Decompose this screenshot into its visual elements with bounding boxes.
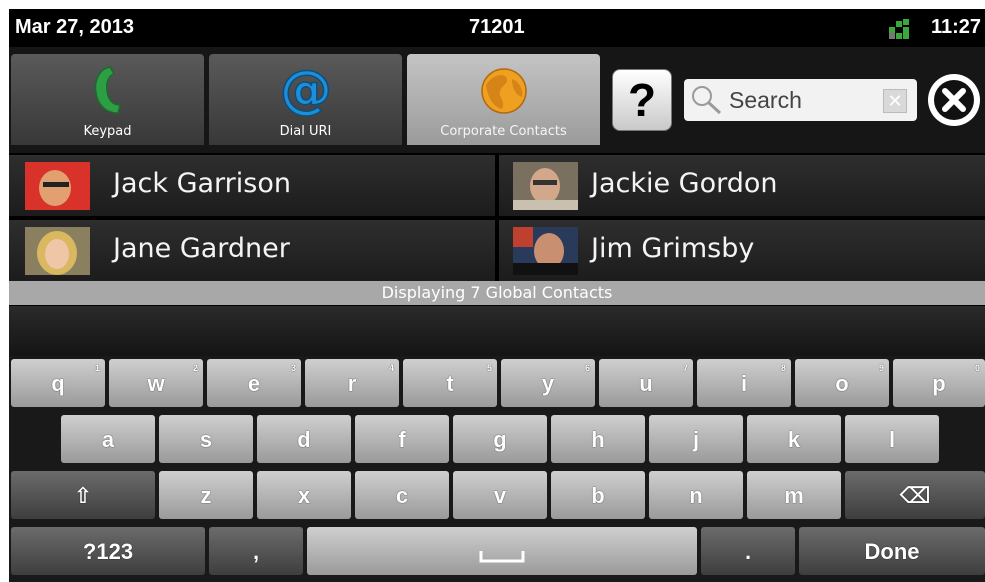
close-icon[interactable] <box>928 74 980 126</box>
key-label: y <box>541 371 555 396</box>
key-label: p <box>932 371 946 396</box>
key-label: t <box>446 371 454 396</box>
key-label: i <box>740 371 748 396</box>
contact-item[interactable]: Jane Gardner <box>9 220 495 281</box>
key-label: u <box>639 371 653 396</box>
status-extension: 71201 <box>469 16 525 38</box>
tab-label: Corporate Contacts <box>440 124 567 139</box>
tab-dial-uri[interactable]: @ Dial URI <box>209 54 402 145</box>
key-u[interactable]: u7 <box>599 359 693 407</box>
tab-bar: Keypad @ Dial URI Corporate Contacts ? S… <box>9 47 985 153</box>
avatar <box>513 227 578 275</box>
phone-icon <box>94 66 121 114</box>
key-n[interactable]: n <box>649 471 743 519</box>
search-placeholder: Search <box>729 87 802 113</box>
tab-corporate-contacts[interactable]: Corporate Contacts <box>407 54 600 145</box>
key-number: 1 <box>94 363 100 373</box>
contacts-count: Displaying 7 Global Contacts <box>9 281 985 305</box>
status-bar: Mar 27, 2013 71201 11:27 <box>9 9 985 47</box>
key-number: 6 <box>584 363 590 373</box>
key-label: r <box>347 371 357 396</box>
tab-keypad[interactable]: Keypad <box>11 54 204 145</box>
key-h[interactable]: h <box>551 415 645 463</box>
key-v[interactable]: v <box>453 471 547 519</box>
network-icon <box>889 19 909 39</box>
key-number: 2 <box>192 363 198 373</box>
contact-item[interactable]: Jackie Gordon <box>499 155 985 216</box>
key-o[interactable]: o9 <box>795 359 889 407</box>
key-number: 9 <box>878 363 884 373</box>
comma-key[interactable]: , <box>209 527 303 575</box>
key-number: 5 <box>486 363 492 373</box>
key-b[interactable]: b <box>551 471 645 519</box>
avatar <box>25 162 90 210</box>
tab-label: Keypad <box>83 124 132 139</box>
key-g[interactable]: g <box>453 415 547 463</box>
svg-text:@: @ <box>280 63 332 117</box>
at-icon: @ <box>279 63 333 117</box>
status-date: Mar 27, 2013 <box>15 16 134 38</box>
key-j[interactable]: j <box>649 415 743 463</box>
key-s[interactable]: s <box>159 415 253 463</box>
backspace-key[interactable]: ⌫ <box>845 471 985 519</box>
avatar <box>25 227 90 275</box>
clear-search-button[interactable]: ✕ <box>883 89 907 113</box>
key-z[interactable]: z <box>159 471 253 519</box>
contact-name: Jane Gardner <box>113 233 290 264</box>
key-a[interactable]: a <box>61 415 155 463</box>
avatar <box>513 162 578 210</box>
contacts-grid: Jack Garrison Jackie Gordon Jane Gardner <box>9 153 985 281</box>
key-label: q <box>51 371 65 396</box>
key-label: e <box>247 371 261 396</box>
key-d[interactable]: d <box>257 415 351 463</box>
key-t[interactable]: t5 <box>403 359 497 407</box>
key-label: o <box>835 371 849 396</box>
contact-name: Jack Garrison <box>113 168 291 199</box>
contact-name: Jackie Gordon <box>591 168 778 199</box>
key-p[interactable]: p0 <box>893 359 985 407</box>
shift-key[interactable]: ⇧ <box>11 471 155 519</box>
key-l[interactable]: l <box>845 415 939 463</box>
key-i[interactable]: i8 <box>697 359 791 407</box>
key-k[interactable]: k <box>747 415 841 463</box>
key-number: 4 <box>388 363 394 373</box>
key-c[interactable]: c <box>355 471 449 519</box>
done-button[interactable]: Done <box>799 527 985 575</box>
key-f[interactable]: f <box>355 415 449 463</box>
key-m[interactable]: m <box>747 471 841 519</box>
space-icon <box>479 551 525 563</box>
key-number: 0 <box>974 363 980 373</box>
key-r[interactable]: r4 <box>305 359 399 407</box>
period-key[interactable]: . <box>701 527 795 575</box>
contact-item[interactable]: Jim Grimsby <box>499 220 985 281</box>
key-label: w <box>147 371 165 396</box>
help-button[interactable]: ? <box>612 69 672 131</box>
search-icon <box>692 86 722 115</box>
key-y[interactable]: y6 <box>501 359 595 407</box>
search-input[interactable]: Search ✕ <box>684 79 917 121</box>
key-number: 3 <box>290 363 296 373</box>
empty-row <box>9 305 985 356</box>
keyboard: q1 w2 e3 r4 t5 y6 u7 i8 o9 p0 a s d f g … <box>9 356 985 582</box>
key-w[interactable]: w2 <box>109 359 203 407</box>
contact-item[interactable]: Jack Garrison <box>9 155 495 216</box>
symbols-key[interactable]: ?123 <box>11 527 205 575</box>
key-e[interactable]: e3 <box>207 359 301 407</box>
key-number: 7 <box>682 363 688 373</box>
globe-icon <box>480 68 527 114</box>
phone-screen: Mar 27, 2013 71201 11:27 Keypad @ Dial U… <box>9 9 985 582</box>
status-time: 11:27 <box>930 16 981 38</box>
key-x[interactable]: x <box>257 471 351 519</box>
contact-name: Jim Grimsby <box>591 233 755 264</box>
key-number: 8 <box>780 363 786 373</box>
space-key[interactable] <box>307 527 697 575</box>
tab-label: Dial URI <box>279 124 332 139</box>
key-q[interactable]: q1 <box>11 359 105 407</box>
